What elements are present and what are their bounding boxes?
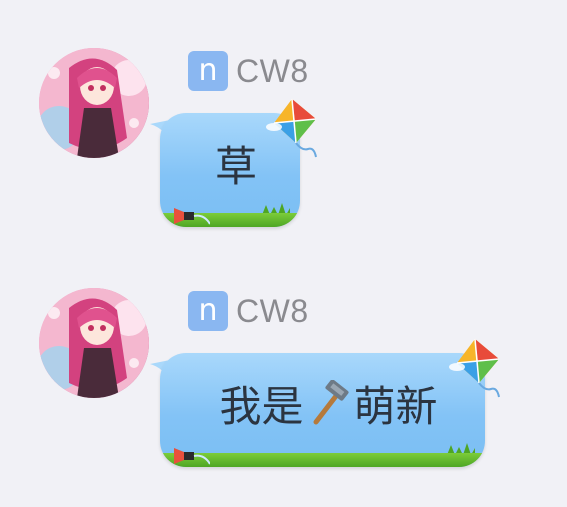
avatar[interactable] bbox=[39, 48, 149, 158]
kite-icon bbox=[266, 98, 317, 158]
sender-row: n CW8 bbox=[188, 50, 309, 92]
sender-name[interactable]: CW8 bbox=[236, 53, 309, 90]
message-text-part: 萌新 bbox=[353, 381, 438, 431]
kite-icon bbox=[449, 338, 500, 398]
level-badge: n bbox=[188, 51, 228, 91]
avatar[interactable] bbox=[39, 288, 149, 398]
level-badge: n bbox=[188, 291, 228, 331]
megaphone-icon bbox=[174, 448, 210, 465]
message-text-part: 我是 bbox=[219, 381, 304, 431]
sender-row: n CW8 bbox=[188, 290, 309, 332]
megaphone-icon bbox=[174, 208, 210, 225]
chat-message: n CW8 我是 萌新 bbox=[0, 240, 567, 480]
message-text: 我是 萌新 bbox=[160, 353, 485, 453]
hammer-icon bbox=[313, 380, 349, 425]
chat-message: n CW8 草 bbox=[0, 0, 567, 240]
sender-name[interactable]: CW8 bbox=[236, 293, 309, 330]
